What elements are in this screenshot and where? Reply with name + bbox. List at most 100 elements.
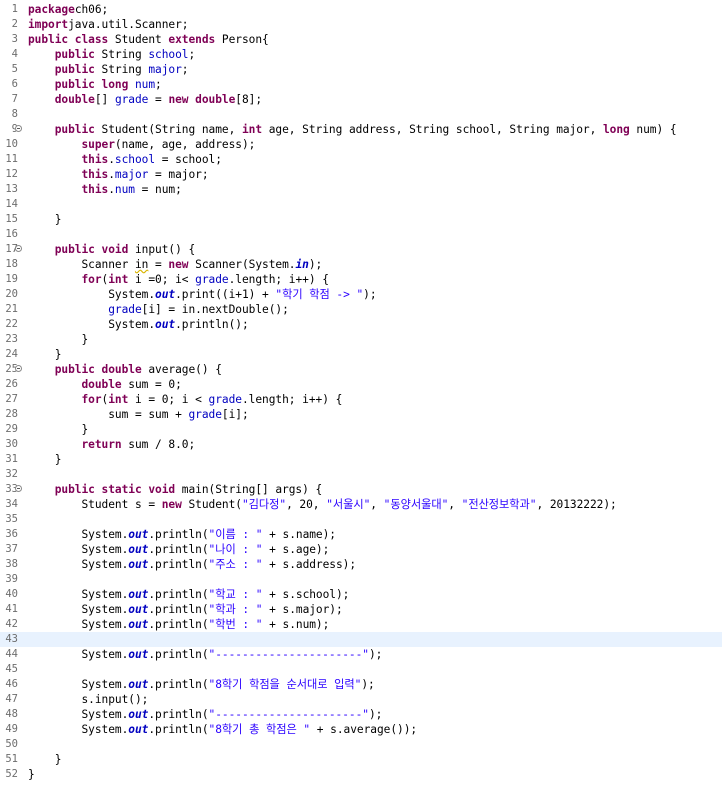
code-line[interactable]: 2 importjava.util.Scanner; [0,17,722,32]
code-line[interactable]: 50 [0,737,722,752]
line-number: 10 [5,138,18,150]
line-number: 23 [5,333,18,345]
code-line[interactable]: 34 Student s = new Student("김다정", 20, "서… [0,497,722,512]
line-number: 7 [11,93,18,105]
code-line[interactable]: 49 System.out.println("8학기 총 학점은 " + s.a… [0,722,722,737]
code-token: grade [114,93,149,106]
code-line[interactable]: 3 public class Student extends Person{ [0,32,722,47]
code-token: ); [308,258,323,271]
code-line[interactable]: 48 System.out.println("-----------------… [0,707,722,722]
code-text: importjava.util.Scanner; [28,17,189,32]
code-line[interactable]: 35 [0,512,722,527]
code-token: main(String[] args) { [175,483,323,496]
code-line[interactable]: 7 double[] grade = new double[8]; [0,92,722,107]
code-line[interactable]: 31 } [0,452,722,467]
code-line[interactable]: 39 [0,572,722,587]
code-text: public String school; [28,47,195,62]
line-number: 4 [11,48,18,60]
code-line[interactable]: 38 System.out.println("주소 : " + s.addres… [0,557,722,572]
code-line[interactable]: 40 System.out.println("학교 : " + s.school… [0,587,722,602]
code-line[interactable]: 24 } [0,347,722,362]
code-line[interactable]: 32 [0,467,722,482]
code-line[interactable]: 12 this.major = major; [0,167,722,182]
code-token: "학기 학점 -> " [275,288,364,301]
code-token: this [81,153,109,166]
code-line[interactable]: 19 for(int i =0; i< grade.length; i++) { [0,272,722,287]
code-token: Scanner(System. [188,258,296,271]
code-token: System. [28,528,129,541]
code-line[interactable]: 15 } [0,212,722,227]
code-line[interactable]: 26 double sum = 0; [0,377,722,392]
code-line[interactable]: 10 super(name, age, address); [0,137,722,152]
code-line[interactable]: 14 [0,197,722,212]
code-token: public double [54,363,142,376]
code-token: .println( [148,723,209,736]
code-line[interactable]: 13 this.num = num; [0,182,722,197]
code-text: } [28,452,62,467]
line-number: 8 [11,108,18,120]
collapse-icon[interactable] [15,125,22,132]
code-token: + s.major); [262,603,343,616]
code-line[interactable]: 27 for(int i = 0; i < grade.length; i++)… [0,392,722,407]
code-line[interactable]: 9 public Student(String name, int age, S… [0,122,722,137]
code-line[interactable]: 25 public double average() { [0,362,722,377]
code-line[interactable]: 52} [0,767,722,782]
code-line[interactable]: 21 grade[i] = in.nextDouble(); [0,302,722,317]
code-token: package [28,3,75,16]
code-line[interactable]: 43 [0,632,722,647]
code-token: System. [28,588,129,601]
code-token: = major; [148,168,209,181]
collapse-icon[interactable] [15,485,22,492]
code-line[interactable]: 33 public static void main(String[] args… [0,482,722,497]
code-line[interactable]: 1 packagech06; [0,2,722,17]
code-token: out [128,723,149,736]
code-line[interactable]: 16 [0,227,722,242]
code-line[interactable]: 4 public String school; [0,47,722,62]
code-token: System. [28,558,129,571]
code-token: super [81,138,115,151]
code-line[interactable]: 37 System.out.println("나이 : " + s.age); [0,542,722,557]
line-number: 38 [5,558,18,570]
code-token: int [108,393,129,406]
code-line[interactable]: 11 this.school = school; [0,152,722,167]
code-line[interactable]: 45 [0,662,722,677]
code-token: + s.school); [262,588,350,601]
code-line[interactable]: 23 } [0,332,722,347]
code-line[interactable]: 22 System.out.println(); [0,317,722,332]
code-token: ); [361,678,375,691]
code-line[interactable]: 46 System.out.println("8학기 학점을 순서대로 입력")… [0,677,722,692]
code-line[interactable]: 30 return sum / 8.0; [0,437,722,452]
code-line[interactable]: 8 [0,107,722,122]
code-text: public void input() { [28,242,195,257]
code-line[interactable]: 51 } [0,752,722,767]
code-editor[interactable]: 1 packagech06; 2 importjava.util.Scanner; 3 p… [0,0,722,785]
code-line[interactable]: 41 System.out.println("학과 : " + s.major)… [0,602,722,617]
code-line[interactable]: 42 System.out.println("학번 : " + s.num); [0,617,722,632]
code-text: this.num = num; [28,182,181,197]
code-token: public class [28,33,109,46]
code-line[interactable]: 18 Scanner in = new Scanner(System.in); [0,257,722,272]
collapse-icon[interactable] [15,365,22,372]
code-line[interactable]: 44 System.out.println("-----------------… [0,647,722,662]
code-token: .println( [148,678,209,691]
code-token: .println( [148,558,209,571]
code-line[interactable]: 6 public long num; [0,77,722,92]
code-line[interactable]: 47 s.input(); [0,692,722,707]
code-line[interactable]: 5 public String major; [0,62,722,77]
code-line[interactable]: 36 System.out.println("이름 : " + s.name); [0,527,722,542]
code-line[interactable]: 28 sum = sum + grade[i]; [0,407,722,422]
code-token: int [241,123,263,136]
code-line[interactable]: 17 public void input() { [0,242,722,257]
code-token: , 20132222); [536,498,617,511]
code-token: ; [181,63,189,76]
code-line[interactable]: 29 } [0,422,722,437]
collapse-icon[interactable] [15,245,22,252]
code-line[interactable]: 20 System.out.print((i+1) + "학기 학점 -> ")… [0,287,722,302]
code-text: } [28,332,88,347]
code-text: double sum = 0; [28,377,181,392]
code-token: "----------------------" [208,708,370,721]
